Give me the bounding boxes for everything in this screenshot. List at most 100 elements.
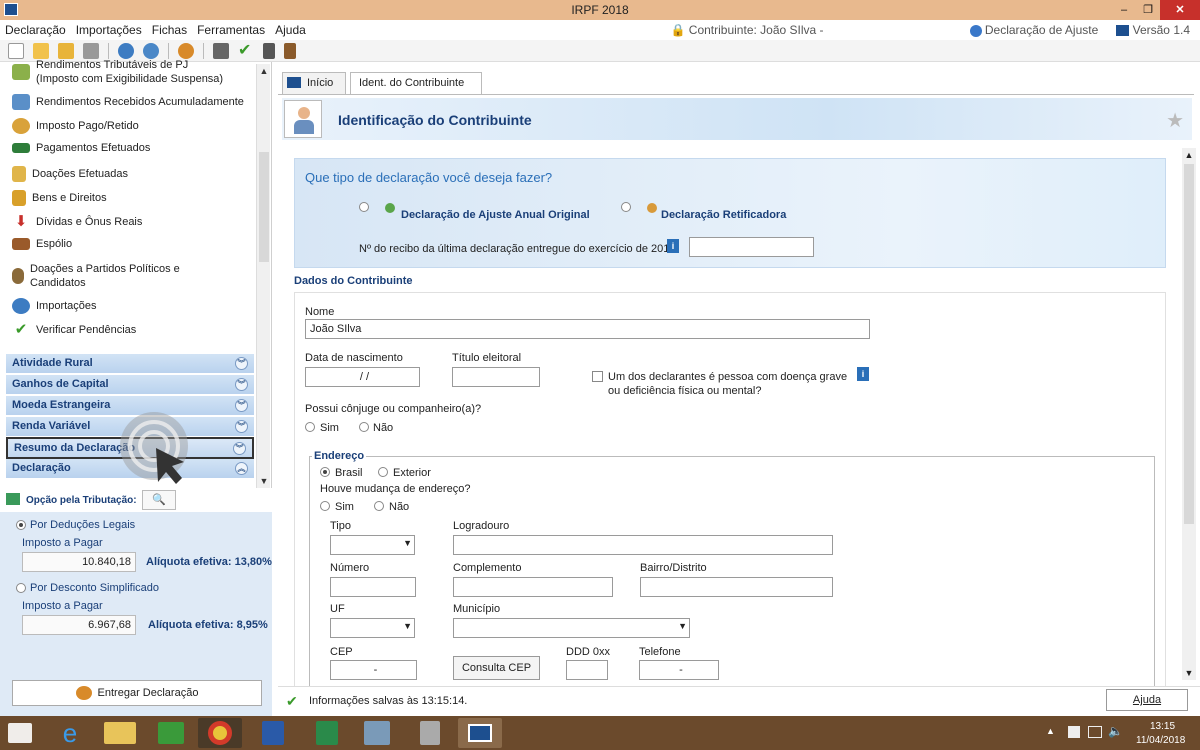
scroll-down-icon[interactable]: ▼	[1182, 666, 1196, 680]
chrome-icon[interactable]	[198, 718, 242, 748]
original-icon	[385, 203, 395, 213]
municipio-select[interactable]: ▼	[453, 618, 690, 638]
toolbar-separator	[168, 42, 169, 59]
info-icon[interactable]: i	[857, 367, 869, 381]
doenca-checkbox[interactable]	[592, 371, 603, 382]
tab-inicio[interactable]: Início	[282, 72, 346, 94]
tributacao-header: Opção pela Tributação: 🔍	[0, 488, 272, 512]
volume-icon[interactable]: 🔈	[1108, 724, 1123, 738]
section-resumo-declaracao[interactable]: Resumo da Declaração ︾	[6, 437, 254, 459]
complemento-input[interactable]	[453, 577, 613, 597]
folder-icon[interactable]	[58, 42, 74, 59]
store-icon[interactable]	[158, 722, 184, 744]
tipo-label: Tipo	[330, 520, 351, 532]
conjuge-nao-radio[interactable]	[359, 422, 369, 432]
book-icon[interactable]	[284, 42, 296, 59]
notes-icon[interactable]	[364, 721, 390, 745]
original-radio[interactable]	[359, 202, 369, 212]
irpf-taskbar-icon[interactable]	[458, 718, 502, 748]
consulta-cep-button[interactable]: Consulta CEP	[453, 656, 540, 680]
calculator-icon[interactable]	[420, 721, 440, 745]
conjuge-sim-radio[interactable]	[305, 422, 315, 432]
scroll-down-icon[interactable]: ▼	[257, 474, 271, 488]
section-moeda-estrangeira[interactable]: Moeda Estrangeira ︾	[6, 396, 254, 415]
sidebar-item-rend-exig-suspensa[interactable]: Rendimentos Tributáveis de PJ (Imposto c…	[12, 58, 232, 86]
ddd-input[interactable]	[566, 660, 608, 680]
info-icon[interactable]: i	[667, 239, 679, 253]
sidebar-item-rend-acumulados[interactable]: Rendimentos Recebidos Acumuladamente	[12, 94, 252, 110]
imposto-pagar-label: Imposto a Pagar	[22, 537, 103, 549]
scroll-thumb[interactable]	[1184, 164, 1194, 524]
menu-importacoes[interactable]: Importações	[71, 23, 147, 37]
search-button[interactable]: 🔍	[142, 490, 176, 510]
check-icon: ✔	[14, 321, 28, 338]
sidebar-item-espolio[interactable]: Espólio	[12, 238, 252, 250]
entregar-declaracao-button[interactable]: Entregar Declaração	[12, 680, 262, 706]
menu-ferramentas[interactable]: Ferramentas	[192, 23, 270, 37]
sidebar-item-importacoes[interactable]: Importações	[12, 298, 252, 314]
tray-up-icon[interactable]: ▲	[1046, 726, 1055, 736]
section-renda-variavel[interactable]: Renda Variável ︾	[6, 417, 254, 436]
section-ganhos-capital[interactable]: Ganhos de Capital ︾	[6, 375, 254, 394]
sidebar-item-doacoes-partidos[interactable]: Doações a Partidos Políticos e Candidato…	[12, 262, 212, 290]
menu-ajuda[interactable]: Ajuda	[270, 23, 311, 37]
open-folder-icon[interactable]	[33, 42, 49, 59]
deducoes-radio[interactable]	[16, 520, 26, 530]
sidebar-item-bens-direitos[interactable]: Bens e Direitos	[12, 190, 252, 206]
mudanca-nao-radio[interactable]	[374, 501, 384, 511]
sidebar-item-verificar[interactable]: ✔ Verificar Pendências	[12, 322, 252, 338]
scroll-up-icon[interactable]: ▲	[257, 64, 271, 78]
scroll-up-icon[interactable]: ▲	[1182, 148, 1196, 162]
menu-fichas[interactable]: Fichas	[147, 23, 192, 37]
sidebar-scrollbar[interactable]: ▲ ▼	[256, 64, 270, 488]
bairro-input[interactable]	[640, 577, 833, 597]
brasil-radio[interactable]	[320, 467, 330, 477]
sidebar-item-imposto-pago[interactable]: Imposto Pago/Retido	[12, 118, 252, 134]
ajuda-button[interactable]: Ajuda	[1106, 689, 1188, 711]
nascimento-input[interactable]: / /	[305, 367, 420, 387]
telefone-input[interactable]: -	[639, 660, 719, 680]
sidebar-item-doacoes[interactable]: Doações Efetuadas	[12, 166, 252, 182]
import-icon[interactable]	[118, 42, 134, 59]
retificadora-radio[interactable]	[621, 202, 631, 212]
spreadsheet-icon[interactable]	[316, 721, 338, 745]
sidebar-item-pagamentos[interactable]: Pagamentos Efetuados	[12, 142, 252, 154]
minimize-button[interactable]: –	[1112, 0, 1136, 20]
exterior-radio[interactable]	[378, 467, 388, 477]
section-atividade-rural[interactable]: Atividade Rural ︾	[6, 354, 254, 373]
tab-ident-contribuinte[interactable]: Ident. do Contribuinte ×	[350, 72, 482, 109]
form-scrollbar[interactable]: ▲ ▼	[1182, 148, 1196, 680]
menu-declaracao[interactable]: Declaração	[0, 23, 71, 37]
ie-icon[interactable]: e	[48, 718, 92, 748]
uf-select[interactable]: ▼	[330, 618, 415, 638]
restore-button[interactable]: ❐	[1136, 0, 1160, 20]
main-panel: Início Ident. do Contribuinte × Identifi…	[278, 62, 1200, 716]
trash-icon[interactable]	[83, 42, 99, 59]
doenca-label-1: Um dos declarantes é pessoa com doença g…	[608, 371, 848, 383]
section-declaracao[interactable]: Declaração ︽	[6, 459, 254, 478]
logradouro-input[interactable]	[453, 535, 833, 555]
transmit-icon[interactable]	[178, 42, 194, 59]
mudanca-sim-radio[interactable]	[320, 501, 330, 511]
numero-input[interactable]	[330, 577, 416, 597]
recover-icon[interactable]	[143, 42, 159, 59]
close-button[interactable]: ✕	[1160, 0, 1200, 20]
explorer-icon[interactable]	[104, 722, 136, 744]
print-icon[interactable]	[213, 42, 229, 59]
flag-icon[interactable]	[1068, 726, 1080, 738]
word-icon[interactable]	[262, 721, 284, 745]
simplificado-radio[interactable]	[16, 583, 26, 593]
recibo-input[interactable]	[689, 237, 814, 257]
scroll-thumb[interactable]	[259, 152, 269, 262]
cep-input[interactable]: -	[330, 660, 417, 680]
star-icon[interactable]: ★	[1166, 108, 1184, 133]
network-icon[interactable]	[1088, 726, 1102, 738]
calculator-icon[interactable]	[263, 42, 275, 59]
new-file-icon[interactable]	[8, 42, 24, 59]
check-icon[interactable]: ✔	[238, 42, 254, 59]
tipo-select[interactable]: ▼	[330, 535, 415, 555]
nome-input[interactable]: João SIlva	[305, 319, 870, 339]
titulo-input[interactable]	[452, 367, 540, 387]
start-icon[interactable]	[8, 723, 32, 743]
sidebar-item-dividas[interactable]: ⬇ Dívidas e Ônus Reais	[12, 214, 252, 230]
